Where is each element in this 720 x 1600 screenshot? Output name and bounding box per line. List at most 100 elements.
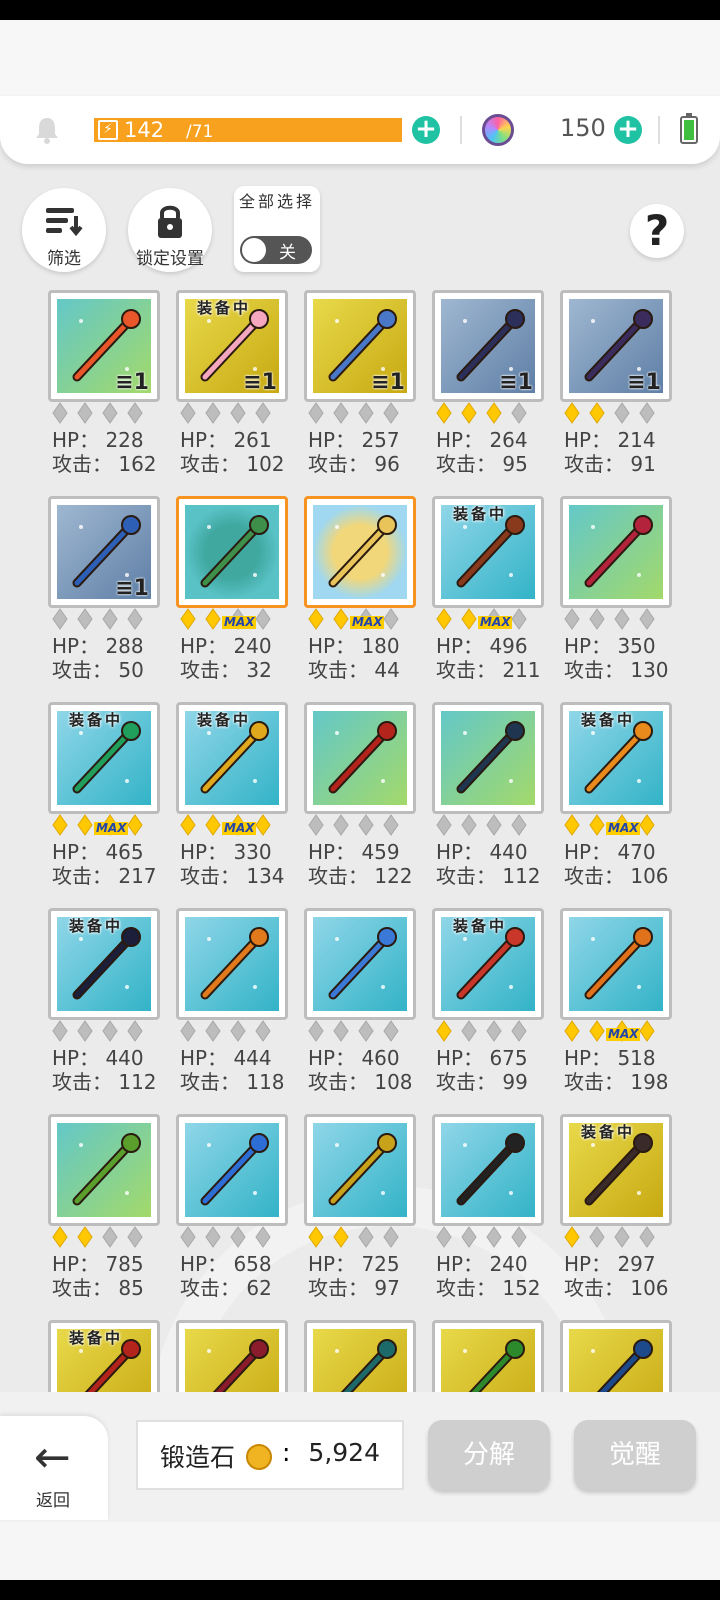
item-frame[interactable]: 装备中 xyxy=(432,496,544,608)
star-rating xyxy=(180,1226,290,1250)
disassemble-button[interactable]: 分解 xyxy=(428,1420,550,1490)
star-rating xyxy=(52,402,162,426)
item-frame[interactable] xyxy=(176,1320,288,1392)
equipment-item[interactable]: HP： 459 攻击： 122 xyxy=(304,702,416,902)
equipment-item[interactable]: HP： 350 攻击： 130 xyxy=(560,496,672,696)
item-frame[interactable]: ≡1 xyxy=(48,496,160,608)
max-badge: MAX xyxy=(606,1027,641,1041)
item-frame[interactable] xyxy=(304,908,416,1020)
star-rating: MAX xyxy=(308,608,418,632)
star-rating xyxy=(308,1020,418,1044)
back-button[interactable]: ← 返回 xyxy=(0,1416,108,1520)
item-frame[interactable] xyxy=(304,496,416,608)
item-frame[interactable] xyxy=(432,1114,544,1226)
item-frame[interactable] xyxy=(304,702,416,814)
equipment-item[interactable]: HP： 240 攻击： 152 xyxy=(432,1114,544,1314)
equipment-item[interactable]: ≡1 HP： 214 攻击： 91 xyxy=(560,290,672,490)
star-gem-icon xyxy=(486,1020,502,1042)
item-attack: 攻击： 97 xyxy=(308,1276,400,1300)
select-all-toggle[interactable]: 关 xyxy=(240,236,312,264)
equipment-item[interactable] xyxy=(432,1320,544,1392)
star-rating xyxy=(308,814,418,838)
bell-icon[interactable] xyxy=(34,116,60,144)
equipped-badge: 装备中 xyxy=(581,711,636,729)
equipment-item[interactable]: HP： 444 攻击： 118 xyxy=(176,908,288,1108)
star-gem-icon xyxy=(461,1020,477,1042)
star-gem-icon xyxy=(127,1226,143,1248)
equipment-item[interactable]: 装备中 xyxy=(48,1320,160,1392)
equipment-grid[interactable]: ≡1 HP： 228 攻击： 162 装备中 ≡1 HP： 261 攻击： 102 ≡1 H… xyxy=(0,286,720,1392)
item-frame[interactable]: 装备中 xyxy=(560,1114,672,1226)
equipment-item[interactable]: 装备中 HP： 675 攻击： 99 xyxy=(432,908,544,1108)
item-attack: 攻击： 118 xyxy=(180,1070,285,1094)
equipment-item[interactable]: MAX HP： 180 攻击： 44 xyxy=(304,496,416,696)
equipment-item[interactable] xyxy=(176,1320,288,1392)
equipment-item[interactable]: 装备中 MAX HP： 496 攻击： 211 xyxy=(432,496,544,696)
winged-blade-icon xyxy=(185,1329,279,1392)
equipment-item[interactable]: 装备中 MAX HP： 470 攻击： 106 xyxy=(560,702,672,902)
star-gem-icon xyxy=(308,1226,324,1248)
item-frame[interactable] xyxy=(560,496,672,608)
equipment-item[interactable]: ≡1 HP： 257 攻击： 96 xyxy=(304,290,416,490)
item-attack: 攻击： 152 xyxy=(436,1276,541,1300)
star-gem-icon xyxy=(383,1226,399,1248)
lock-settings-button[interactable]: 锁定设置 xyxy=(128,188,212,272)
equipment-item[interactable]: 装备中 HP： 297 攻击： 106 xyxy=(560,1114,672,1314)
lightning-icon: ⚡ xyxy=(98,120,118,140)
equipment-item[interactable]: 装备中 MAX HP： 330 攻击： 134 xyxy=(176,702,288,902)
equipment-item[interactable]: MAX HP： 240 攻击： 32 xyxy=(176,496,288,696)
add-gem-button[interactable]: + xyxy=(614,116,642,144)
item-frame[interactable] xyxy=(176,496,288,608)
item-frame[interactable] xyxy=(432,1320,544,1392)
item-frame[interactable]: 装备中 xyxy=(432,908,544,1020)
equipment-item[interactable]: ≡1 HP： 264 攻击： 95 xyxy=(432,290,544,490)
star-rating: MAX xyxy=(180,814,290,838)
star-gem-icon xyxy=(564,1226,580,1248)
star-gem-icon xyxy=(511,402,527,424)
star-gem-icon xyxy=(614,608,630,630)
item-frame[interactable]: 装备中 xyxy=(560,702,672,814)
item-frame[interactable]: 装备中 xyxy=(48,1320,160,1392)
forge-stone-display: 锻造石 : 5,924 xyxy=(136,1420,404,1490)
item-frame[interactable]: ≡1 xyxy=(304,290,416,402)
star-gem-icon xyxy=(52,814,68,836)
item-frame[interactable] xyxy=(560,1320,672,1392)
item-attack: 攻击： 162 xyxy=(52,452,157,476)
equipment-item[interactable]: ≡1 HP： 228 攻击： 162 xyxy=(48,290,160,490)
equipment-item[interactable]: HP： 725 攻击： 97 xyxy=(304,1114,416,1314)
item-frame[interactable]: 装备中 xyxy=(48,702,160,814)
equipment-item[interactable]: HP： 785 攻击： 85 xyxy=(48,1114,160,1314)
item-frame[interactable]: ≡1 xyxy=(560,290,672,402)
fire-bow-icon xyxy=(313,711,407,805)
awaken-button[interactable]: 觉醒 xyxy=(574,1420,696,1490)
filter-button[interactable]: 筛选 xyxy=(22,188,106,272)
item-frame[interactable] xyxy=(176,908,288,1020)
equipment-item[interactable] xyxy=(304,1320,416,1392)
item-frame[interactable] xyxy=(432,702,544,814)
equipment-item[interactable]: 装备中 MAX HP： 465 攻击： 217 xyxy=(48,702,160,902)
item-frame[interactable]: ≡1 xyxy=(48,290,160,402)
equipment-item[interactable] xyxy=(560,1320,672,1392)
equipment-item[interactable]: 装备中 HP： 440 攻击： 112 xyxy=(48,908,160,1108)
lock-settings-label: 锁定设置 xyxy=(136,249,204,269)
item-frame[interactable] xyxy=(560,908,672,1020)
item-frame[interactable] xyxy=(304,1114,416,1226)
item-frame[interactable]: 装备中 ≡1 xyxy=(176,290,288,402)
star-gem-icon xyxy=(589,1226,605,1248)
item-frame[interactable]: ≡1 xyxy=(432,290,544,402)
item-frame[interactable] xyxy=(304,1320,416,1392)
equipment-item[interactable]: 装备中 ≡1 HP： 261 攻击： 102 xyxy=(176,290,288,490)
equipment-item[interactable]: HP： 440 攻击： 112 xyxy=(432,702,544,902)
help-button[interactable]: ? xyxy=(630,204,684,258)
equipment-item[interactable]: HP： 460 攻击： 108 xyxy=(304,908,416,1108)
equipment-item[interactable]: MAX HP： 518 攻击： 198 xyxy=(560,908,672,1108)
item-frame[interactable] xyxy=(176,1114,288,1226)
star-gem-icon xyxy=(77,402,93,424)
equipment-item[interactable]: ≡1 HP： 288 攻击： 50 xyxy=(48,496,160,696)
equipment-item[interactable]: HP： 658 攻击： 62 xyxy=(176,1114,288,1314)
item-frame[interactable]: 装备中 xyxy=(48,908,160,1020)
item-frame[interactable]: 装备中 xyxy=(176,702,288,814)
add-energy-button[interactable]: + xyxy=(412,116,440,144)
navigation-bar xyxy=(0,1522,720,1580)
item-frame[interactable] xyxy=(48,1114,160,1226)
